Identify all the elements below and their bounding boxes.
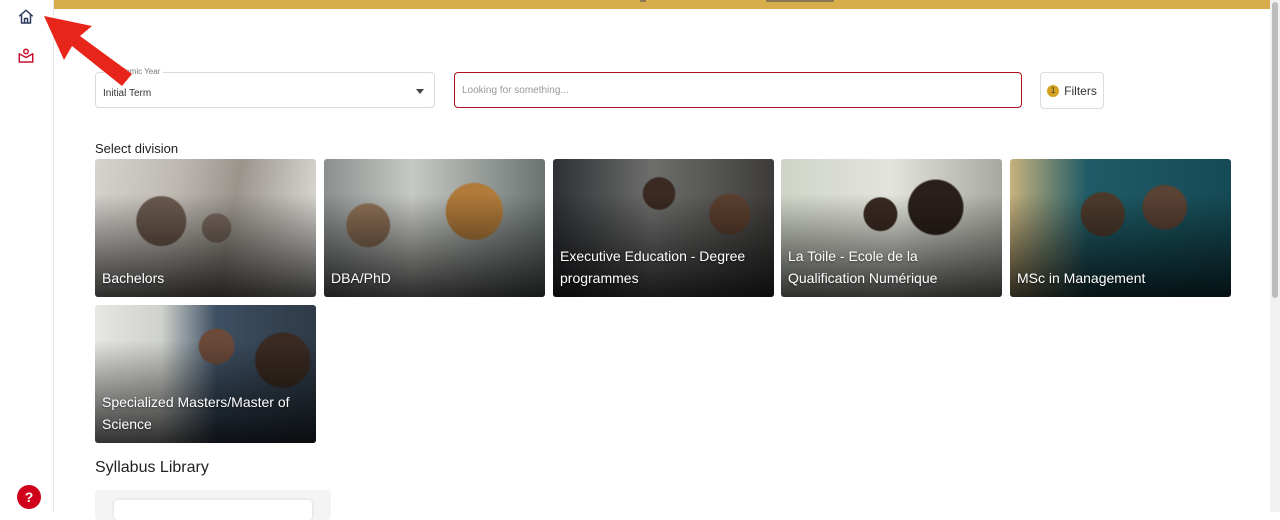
left-sidebar: ? xyxy=(0,0,54,512)
library-card-inner xyxy=(114,500,312,520)
select-division-heading: Select division xyxy=(95,141,179,156)
division-label: Bachelors xyxy=(102,270,165,286)
learning-icon[interactable] xyxy=(14,44,38,68)
division-label: Specialized Masters/Master of Science xyxy=(102,394,290,432)
top-banner xyxy=(54,0,1270,9)
division-card-dba-phd[interactable]: DBA/PhD xyxy=(324,159,545,297)
scrollbar-thumb[interactable] xyxy=(1272,2,1278,298)
academic-year-select[interactable]: Academic Year Initial Term xyxy=(95,67,435,108)
academic-year-label: Academic Year xyxy=(104,67,164,76)
division-card-executive-education[interactable]: Executive Education - Degree programmes xyxy=(553,159,774,297)
syllabus-library-heading: Syllabus Library xyxy=(95,459,209,476)
division-label: DBA/PhD xyxy=(331,270,391,286)
home-icon[interactable] xyxy=(14,5,38,29)
division-card-msc-management[interactable]: MSc in Management xyxy=(1010,159,1231,297)
page-scrollbar[interactable] xyxy=(1270,0,1280,512)
filter-count-badge: 1 xyxy=(1047,84,1060,97)
filters-button[interactable]: 1 Filters xyxy=(1040,72,1104,109)
division-card-la-toile[interactable]: La Toile - Ecole de la Qualification Num… xyxy=(781,159,1002,297)
division-label: Executive Education - Degree programmes xyxy=(560,248,746,286)
division-card-bachelors[interactable]: Bachelors xyxy=(95,159,316,297)
division-label: MSc in Management xyxy=(1017,270,1146,286)
division-label: La Toile - Ecole de la Qualification Num… xyxy=(788,248,938,286)
banner-text-fragment xyxy=(640,0,646,2)
library-card[interactable] xyxy=(95,490,331,520)
filters-button-label: Filters xyxy=(1064,83,1097,98)
banner-button[interactable] xyxy=(766,0,834,2)
academic-year-value: Initial Term xyxy=(103,88,152,99)
help-button[interactable]: ? xyxy=(17,485,41,509)
chevron-down-icon xyxy=(416,89,424,94)
division-card-specialized-masters[interactable]: Specialized Masters/Master of Science xyxy=(95,305,316,443)
search-input[interactable] xyxy=(454,72,1022,108)
